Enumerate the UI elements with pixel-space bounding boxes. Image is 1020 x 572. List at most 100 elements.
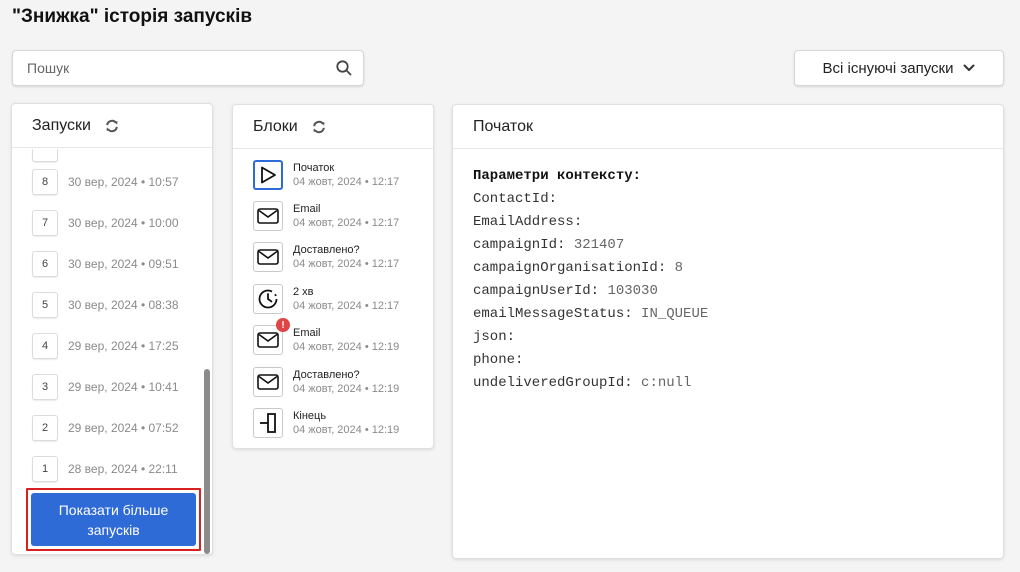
run-item[interactable]: 1 28 вер, 2024 • 22:11	[32, 455, 178, 483]
block-date: 04 жовт, 2024 • 12:17	[293, 300, 400, 312]
block-date: 04 жовт, 2024 • 12:17	[293, 217, 400, 229]
block-name: Email	[293, 327, 321, 339]
param-value: 8	[674, 260, 684, 276]
runs-filter-dropdown[interactable]: Всі існуючі запуски	[794, 50, 1004, 86]
filter-label: Всі існуючі запуски	[822, 59, 954, 77]
detail-panel: Початок Параметри контексту: ContactId: …	[452, 104, 1004, 559]
chevron-down-icon	[963, 64, 975, 71]
timer-icon	[253, 284, 283, 314]
search-input[interactable]	[13, 51, 333, 85]
envelope-icon	[253, 367, 283, 397]
param-key: campaignOrganisationId:	[473, 260, 667, 276]
run-number: 6	[32, 251, 58, 277]
context-param-row: phone:	[473, 349, 708, 372]
envelope-icon	[253, 201, 283, 231]
block-name: Кінець	[293, 410, 327, 422]
run-item[interactable]: 7 30 вер, 2024 • 10:00	[32, 209, 179, 237]
run-item[interactable]: 3 29 вер, 2024 • 10:41	[32, 373, 179, 401]
run-item[interactable]: 2 29 вер, 2024 • 07:52	[32, 414, 179, 442]
refresh-icon[interactable]	[312, 120, 326, 134]
run-date: 30 вер, 2024 • 09:51	[68, 257, 179, 271]
context-param-row: ContactId:	[473, 188, 708, 211]
run-date: 30 вер, 2024 • 10:57	[68, 175, 179, 189]
detail-panel-header: Початок	[453, 105, 1003, 149]
show-more-highlight: Показати більше запусків	[26, 488, 201, 551]
run-number: 5	[32, 292, 58, 318]
param-key: campaignUserId:	[473, 283, 600, 299]
runs-panel: Запуски 8 30 вер, 2024 • 10:57 7 30 вер,…	[11, 103, 213, 555]
run-item[interactable]: 4 29 вер, 2024 • 17:25	[32, 332, 179, 360]
blocks-panel: Блоки Початок 04 жовт, 2024 • 12:17 Emai…	[232, 104, 434, 449]
param-value: c:null	[641, 375, 692, 391]
run-number: 1	[32, 456, 58, 482]
run-date: 29 вер, 2024 • 10:41	[68, 380, 179, 394]
block-date: 04 жовт, 2024 • 12:19	[293, 383, 400, 395]
block-name: Початок	[293, 162, 335, 174]
detail-title: Початок	[473, 117, 533, 135]
run-item-partial[interactable]	[32, 149, 58, 163]
block-date: 04 жовт, 2024 • 12:19	[293, 424, 400, 436]
run-number: 2	[32, 415, 58, 441]
run-date: 29 вер, 2024 • 07:52	[68, 421, 179, 435]
envelope-icon: !	[253, 318, 290, 355]
refresh-icon[interactable]	[105, 119, 119, 133]
block-item-end[interactable]: Кінець 04 жовт, 2024 • 12:19	[253, 405, 399, 441]
context-param-row: campaignOrganisationId: 8	[473, 257, 708, 280]
block-name: Email	[293, 203, 321, 215]
block-date: 04 жовт, 2024 • 12:17	[293, 176, 400, 188]
run-number-partial	[32, 149, 58, 162]
block-date: 04 жовт, 2024 • 12:17	[293, 258, 400, 270]
block-item-email-error[interactable]: ! Email 04 жовт, 2024 • 12:19	[253, 318, 400, 358]
context-param-row: undeliveredGroupId: c:null	[473, 372, 708, 395]
param-key: campaignId:	[473, 237, 566, 253]
block-item-delivered[interactable]: Доставлено? 04 жовт, 2024 • 12:17	[253, 239, 399, 275]
block-name: 2 хв	[293, 286, 314, 298]
block-name: Доставлено?	[293, 244, 360, 256]
block-name: Доставлено?	[293, 369, 360, 381]
run-date: 29 вер, 2024 • 17:25	[68, 339, 179, 353]
search-box[interactable]	[12, 50, 364, 86]
run-date: 28 вер, 2024 • 22:11	[68, 462, 178, 476]
block-item-start[interactable]: Початок 04 жовт, 2024 • 12:17	[253, 157, 399, 193]
block-item-email[interactable]: Email 04 жовт, 2024 • 12:17	[253, 198, 399, 234]
param-value: 321407	[573, 237, 625, 253]
envelope-icon	[253, 242, 283, 272]
show-more-runs-button[interactable]: Показати більше запусків	[31, 493, 196, 546]
search-icon[interactable]	[335, 59, 353, 77]
param-value: IN_QUEUE	[641, 306, 709, 322]
runs-title: Запуски	[32, 116, 91, 134]
context-param-row: json:	[473, 326, 708, 349]
page-title: "Знижка" історія запусків	[12, 6, 253, 27]
run-item[interactable]: 8 30 вер, 2024 • 10:57	[32, 168, 179, 196]
end-icon	[253, 408, 283, 438]
param-key: emailMessageStatus:	[473, 306, 633, 322]
error-badge: !	[276, 318, 290, 332]
run-number: 7	[32, 210, 58, 236]
blocks-title: Блоки	[253, 117, 298, 135]
context-param-row: EmailAddress:	[473, 211, 708, 234]
run-number: 8	[32, 169, 58, 195]
param-key: phone:	[473, 352, 524, 368]
param-value: 103030	[607, 283, 658, 299]
run-number: 4	[32, 333, 58, 359]
block-date: 04 жовт, 2024 • 12:19	[293, 341, 400, 353]
runs-scrollbar-thumb[interactable]	[204, 369, 210, 554]
param-key: ContactId:	[473, 191, 558, 207]
run-item[interactable]: 6 30 вер, 2024 • 09:51	[32, 250, 179, 278]
param-key: undeliveredGroupId:	[473, 375, 633, 391]
play-icon	[253, 160, 283, 190]
context-param-row: campaignId: 321407	[473, 234, 708, 257]
run-number: 3	[32, 374, 58, 400]
context-params: Параметри контексту: ContactId: EmailAdd…	[473, 165, 708, 395]
param-key: EmailAddress:	[473, 214, 583, 230]
run-item[interactable]: 5 30 вер, 2024 • 08:38	[32, 291, 179, 319]
run-date: 30 вер, 2024 • 08:38	[68, 298, 179, 312]
param-key: json:	[473, 329, 516, 345]
context-param-row: emailMessageStatus: IN_QUEUE	[473, 303, 708, 326]
block-item-delivered-2[interactable]: Доставлено? 04 жовт, 2024 • 12:19	[253, 364, 399, 400]
runs-scrollbar[interactable]	[204, 149, 210, 554]
run-date: 30 вер, 2024 • 10:00	[68, 216, 179, 230]
runs-panel-header: Запуски	[12, 104, 212, 148]
block-item-wait[interactable]: 2 хв 04 жовт, 2024 • 12:17	[253, 281, 399, 317]
blocks-panel-header: Блоки	[233, 105, 433, 149]
